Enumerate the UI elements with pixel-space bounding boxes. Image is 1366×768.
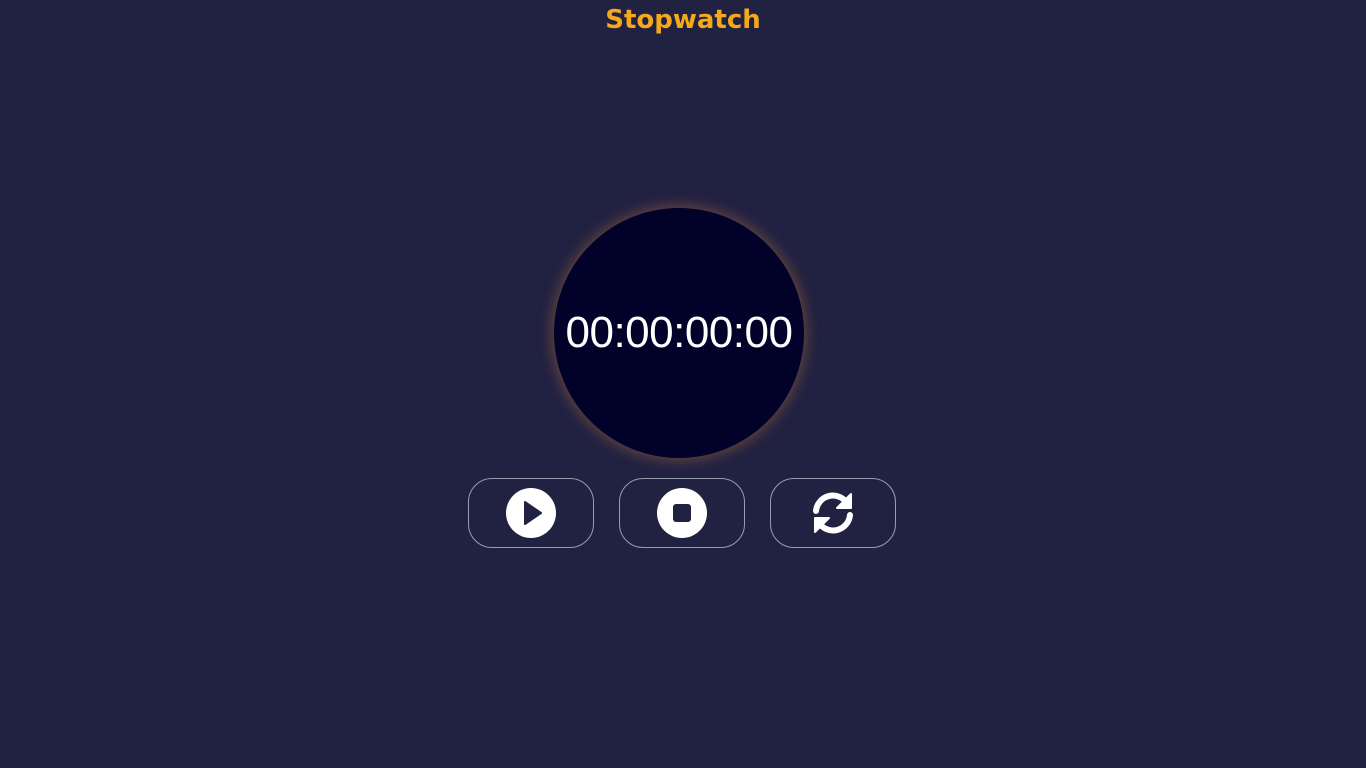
play-circle-icon [506, 488, 556, 538]
page-title: Stopwatch [605, 5, 761, 35]
controls-bar [468, 478, 898, 550]
stopwatch-dial: 00:00:00:00 [554, 208, 804, 458]
stop-circle-icon [657, 488, 707, 538]
refresh-icon [813, 492, 853, 534]
time-display: 00:00:00:00 [565, 308, 793, 357]
start-button[interactable] [468, 478, 594, 548]
stop-button[interactable] [619, 478, 745, 548]
stopwatch-page: Stopwatch 00:00:00:00 [0, 0, 1366, 768]
reset-button[interactable] [770, 478, 896, 548]
